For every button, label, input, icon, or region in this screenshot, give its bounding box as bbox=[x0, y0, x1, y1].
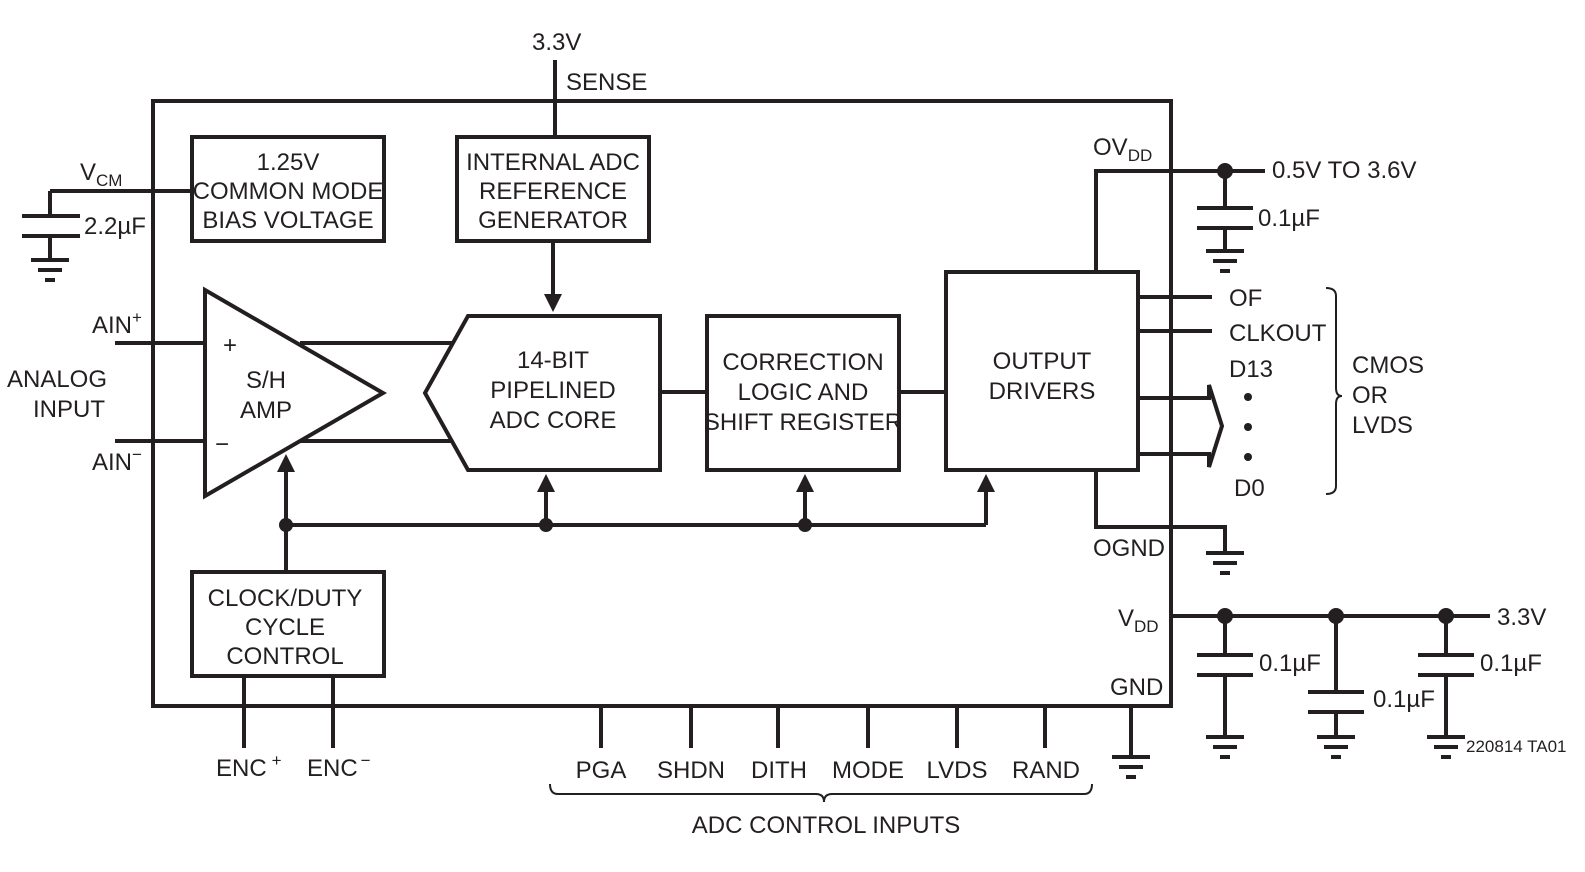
ain-plus-label: AIN+ bbox=[92, 308, 142, 339]
output-drivers-block: OUTPUT DRIVERS bbox=[944, 270, 1140, 472]
clkout-label: CLKOUT bbox=[1229, 320, 1327, 347]
figure-id: 220814 TA01 bbox=[1466, 737, 1567, 756]
common-mode-bias-block: 1.25V COMMON MODE BIAS VOLTAGE bbox=[190, 135, 386, 243]
ground-icon bbox=[1206, 735, 1244, 759]
vdd-pin: VDD 3.3V 0.1µF 0.1µF 0.1µF bbox=[1118, 604, 1546, 759]
svg-text:INTERNAL ADC: INTERNAL ADC bbox=[466, 149, 640, 176]
gnd-label: GND bbox=[1110, 674, 1163, 701]
ain-minus-label: AIN− bbox=[92, 445, 142, 476]
arrow-up-icon bbox=[537, 474, 555, 492]
svg-text:S/H: S/H bbox=[246, 367, 286, 394]
ground-icon bbox=[1206, 551, 1244, 575]
ground-icon bbox=[1112, 755, 1150, 779]
ovdd-range: 0.5V TO 3.6V bbox=[1272, 157, 1417, 184]
analog-input-labels: AIN+ AIN− ANALOG INPUT bbox=[7, 308, 142, 476]
output-group-brace bbox=[1325, 287, 1343, 495]
ground-icon bbox=[1317, 735, 1355, 759]
svg-text:CMOS: CMOS bbox=[1352, 352, 1424, 379]
svg-text:CYCLE: CYCLE bbox=[245, 614, 325, 641]
pin-dith: DITH bbox=[751, 757, 807, 784]
ognd-pin: OGND bbox=[1093, 470, 1244, 575]
pin-shdn: SHDN bbox=[657, 757, 725, 784]
enc-minus-label: ENC − bbox=[307, 751, 371, 782]
svg-text:AMP: AMP bbox=[240, 397, 292, 424]
svg-text:ADC CORE: ADC CORE bbox=[490, 407, 617, 434]
junction-dot bbox=[539, 518, 553, 532]
supply-voltage-label: 3.3V bbox=[532, 29, 581, 56]
svg-text:LOGIC AND: LOGIC AND bbox=[738, 379, 869, 406]
pin-mode: MODE bbox=[832, 757, 904, 784]
vcm-pin: VCM 2.2µF bbox=[22, 159, 192, 282]
pin-lvds: LVDS bbox=[927, 757, 988, 784]
svg-text:CONTROL: CONTROL bbox=[226, 643, 343, 670]
ovdd-label: OVDD bbox=[1093, 134, 1152, 165]
arrow-up-icon bbox=[277, 454, 295, 472]
ovdd-cap-value: 0.1µF bbox=[1258, 205, 1320, 232]
ognd-label: OGND bbox=[1093, 535, 1165, 562]
sh-amp-block: + − S/H AMP bbox=[203, 286, 387, 500]
ground-icon bbox=[1206, 249, 1244, 273]
svg-text:0.1µF: 0.1µF bbox=[1259, 650, 1321, 677]
adc-core-block: 14-BIT PIPELINED ADC CORE bbox=[422, 314, 662, 472]
svg-text:PIPELINED: PIPELINED bbox=[490, 377, 615, 404]
svg-text:1.25V: 1.25V bbox=[257, 149, 320, 176]
correction-logic-block: CORRECTION LOGIC AND SHIFT REGISTER bbox=[704, 314, 902, 472]
arrow-up-icon bbox=[796, 474, 814, 492]
svg-text:OUTPUT: OUTPUT bbox=[993, 348, 1092, 375]
svg-text:SHIFT REGISTER: SHIFT REGISTER bbox=[704, 409, 902, 436]
ground-icon bbox=[31, 258, 69, 282]
svg-text:CLOCK/DUTY: CLOCK/DUTY bbox=[208, 585, 363, 612]
svg-text:DRIVERS: DRIVERS bbox=[989, 378, 1096, 405]
adc-control-inputs: PGA SHDN DITH MODE LVDS RAND ADC CONTROL… bbox=[549, 706, 1093, 839]
svg-text:GENERATOR: GENERATOR bbox=[478, 207, 628, 234]
adc-block-diagram: 3.3V SENSE 1.25V COMMON MODE BIAS VOLTAG… bbox=[7, 29, 1567, 839]
of-label: OF bbox=[1229, 285, 1262, 312]
control-inputs-brace bbox=[549, 783, 1093, 803]
svg-text:0.1µF: 0.1µF bbox=[1480, 650, 1542, 677]
vcm-cap-value: 2.2µF bbox=[84, 213, 146, 240]
pin-rand: RAND bbox=[1012, 757, 1080, 784]
svg-text:ANALOG: ANALOG bbox=[7, 366, 107, 393]
svg-text:INPUT: INPUT bbox=[33, 396, 105, 423]
minus-sign: − bbox=[215, 431, 229, 458]
svg-text:LVDS: LVDS bbox=[1352, 412, 1413, 439]
vdd-label: VDD bbox=[1118, 605, 1159, 636]
arrow-down-icon bbox=[544, 294, 562, 312]
d0-label: D0 bbox=[1234, 475, 1265, 502]
enc-plus-label: ENC + bbox=[216, 751, 282, 782]
ovdd-pin: OVDD 0.5V TO 3.6V 0.1µF bbox=[1093, 134, 1417, 273]
svg-text:OR: OR bbox=[1352, 382, 1388, 409]
pin-pga: PGA bbox=[576, 757, 627, 784]
arrow-up-icon bbox=[977, 474, 995, 492]
reference-generator-block: INTERNAL ADC REFERENCE GENERATOR bbox=[455, 135, 651, 243]
plus-sign: + bbox=[223, 332, 237, 359]
control-inputs-label: ADC CONTROL INPUTS bbox=[692, 812, 960, 839]
vcm-label: VCM bbox=[80, 159, 122, 190]
clock-duty-cycle-block: CLOCK/DUTY CYCLE CONTROL bbox=[190, 570, 386, 678]
junction-dot bbox=[798, 518, 812, 532]
svg-text:14-BIT: 14-BIT bbox=[517, 347, 589, 374]
data-bus-arrow-icon bbox=[1136, 384, 1225, 468]
vdd-voltage: 3.3V bbox=[1497, 604, 1546, 631]
d13-label: D13 bbox=[1229, 356, 1273, 383]
svg-text:CORRECTION: CORRECTION bbox=[722, 349, 883, 376]
digital-outputs: OF CLKOUT D13 D0 CMOS OR LVDS bbox=[1136, 285, 1424, 502]
junction-dot bbox=[279, 518, 293, 532]
svg-text:BIAS VOLTAGE: BIAS VOLTAGE bbox=[202, 207, 373, 234]
svg-text:COMMON MODE: COMMON MODE bbox=[193, 178, 384, 205]
sense-label: SENSE bbox=[566, 69, 647, 96]
sense-pin: 3.3V SENSE bbox=[532, 29, 647, 137]
svg-text:REFERENCE: REFERENCE bbox=[479, 178, 627, 205]
ground-icon bbox=[1427, 735, 1465, 759]
gnd-pin: GND bbox=[1110, 674, 1163, 779]
svg-text:0.1µF: 0.1µF bbox=[1373, 686, 1435, 713]
